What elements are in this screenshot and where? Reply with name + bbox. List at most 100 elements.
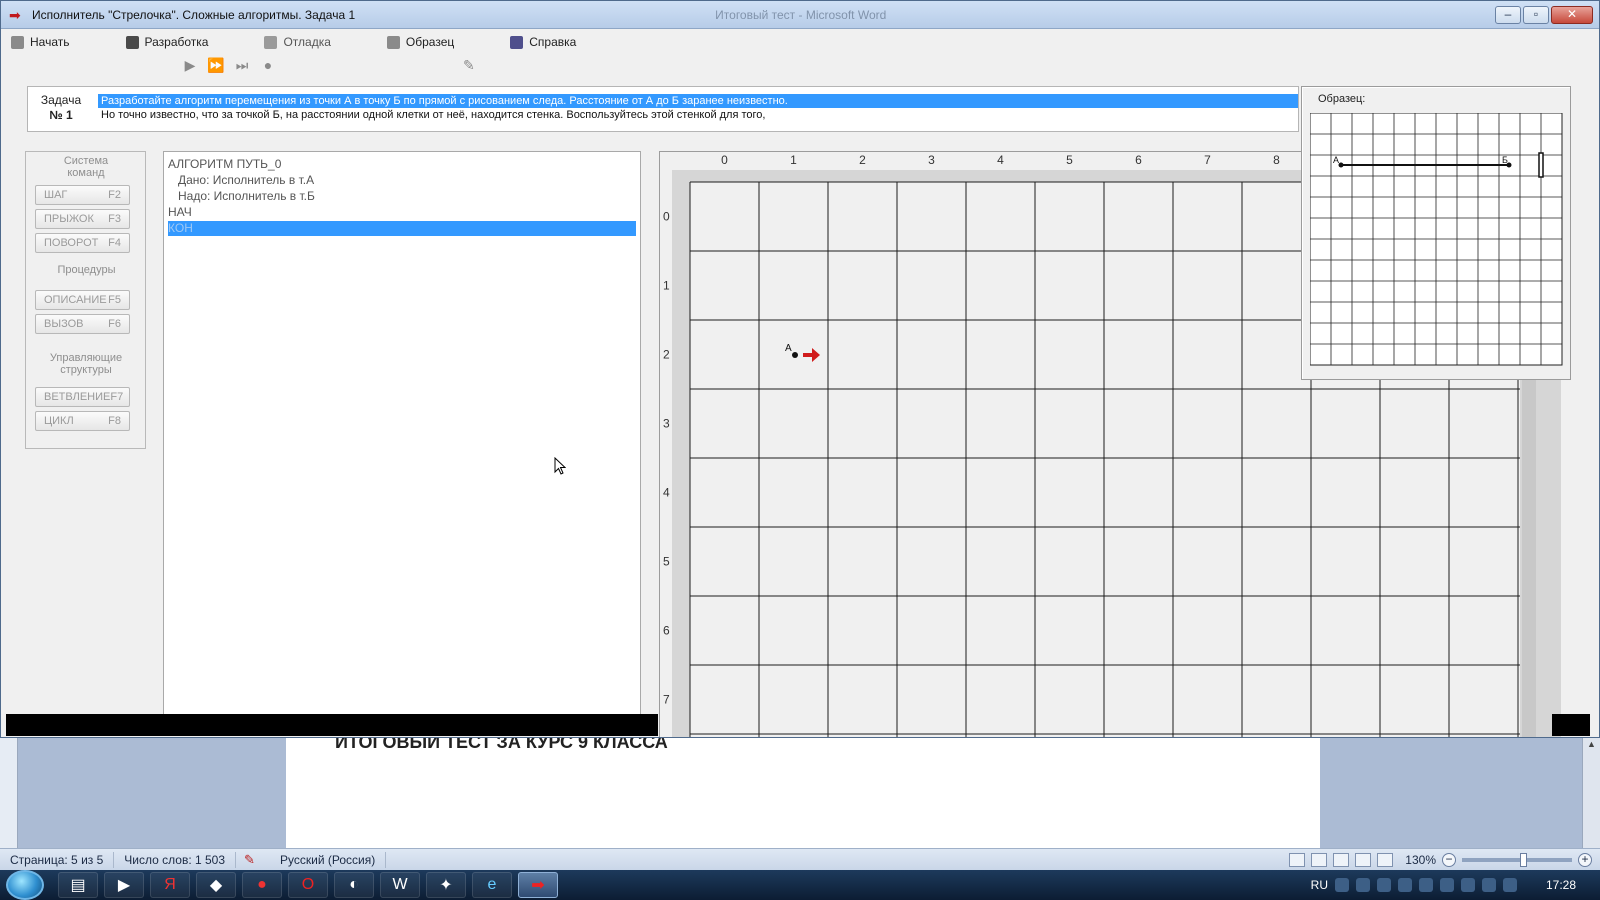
algorithm-editor[interactable]: АЛГОРИТМ ПУТЬ_0 Дано: Исполнитель в т.А … — [163, 151, 641, 715]
print-layout-view-button[interactable] — [1289, 852, 1306, 867]
spellcheck-icon[interactable]: ✎ — [244, 852, 262, 867]
task-text-line-2[interactable]: Но точно известно, что за точкой Б, на р… — [98, 108, 1298, 122]
editor-status-strip — [6, 714, 658, 736]
jump-command-button[interactable]: ПРЫЖОК F3 — [35, 209, 130, 229]
menu-develop[interactable]: Разработка — [125, 31, 261, 53]
background-window-title: Итоговый тест - Microsoft Word — [715, 7, 887, 22]
word-vertical-scrollbar[interactable]: ▲ — [1582, 735, 1600, 848]
clock[interactable]: 17:28 — [1536, 878, 1586, 892]
network-taskbar-icon[interactable]: ✦ — [426, 872, 466, 898]
column-label: 6 — [1135, 153, 1142, 167]
menu-sample[interactable]: Образец — [386, 31, 506, 53]
scroll-up-icon[interactable]: ▲ — [1583, 739, 1600, 749]
column-label: 4 — [997, 153, 1004, 167]
status-word-count[interactable]: Число слов: 1 503 — [114, 851, 237, 868]
word-taskbar-icon[interactable]: W — [380, 872, 420, 898]
minimize-button[interactable]: – — [1495, 5, 1521, 24]
debug-icon — [264, 35, 278, 49]
command-label: ПРЫЖОК — [44, 213, 94, 225]
menu-debug[interactable]: Отладка — [264, 31, 382, 53]
run-icon[interactable]: ▶ — [181, 56, 199, 74]
network-tray-icon[interactable] — [1461, 878, 1475, 892]
maximize-button[interactable]: ▫ — [1523, 5, 1549, 24]
procedures-title: Процедуры — [57, 264, 116, 276]
fast-run-icon[interactable]: ⏭ — [233, 56, 251, 74]
zoom-level[interactable]: 130% — [1405, 853, 1436, 867]
code-line[interactable]: НАЧ — [168, 205, 636, 220]
help-icon — [510, 35, 524, 49]
check-tray-icon[interactable] — [1335, 878, 1349, 892]
zoom-slider[interactable] — [1462, 852, 1572, 867]
media-player-taskbar-icon[interactable]: ▶ — [104, 872, 144, 898]
command-label: ПОВОРОТ — [44, 237, 99, 249]
point-a-label: А — [785, 343, 792, 354]
describe-command-button[interactable]: ОПИСАНИЕ F5 — [35, 290, 130, 310]
web-layout-view-button[interactable] — [1333, 852, 1350, 867]
sample-grid: АБ — [1310, 113, 1563, 366]
code-line[interactable]: АЛГОРИТМ ПУТЬ_0 — [168, 157, 636, 172]
draft-view-button[interactable] — [1377, 852, 1394, 867]
sample-icon — [386, 35, 400, 49]
security-tray-icon[interactable] — [1377, 878, 1391, 892]
outline-view-button[interactable] — [1355, 852, 1372, 867]
window-title: Исполнитель "Стрелочка". Сложные алгорит… — [32, 7, 356, 22]
turn-command-button[interactable]: ПОВОРОТ F4 — [35, 233, 130, 253]
develop-icon — [125, 35, 139, 49]
code-line[interactable]: Дано: Исполнитель в т.А — [168, 173, 636, 188]
column-label: 0 — [721, 153, 728, 167]
chart-tray-icon[interactable] — [1398, 878, 1412, 892]
stop-icon[interactable]: ● — [259, 56, 277, 74]
flag-tray-icon[interactable] — [1440, 878, 1454, 892]
command-label: ОПИСАНИЕ — [44, 294, 107, 306]
yandex-browser-taskbar-icon[interactable]: ● — [242, 872, 282, 898]
reading-view-button[interactable] — [1311, 852, 1328, 867]
status-language[interactable]: Русский (Россия) — [270, 851, 387, 868]
menu-bar: Начать Разработка Отладка Образец Справка — [1, 29, 1599, 55]
status-page[interactable]: Страница: 5 из 5 — [0, 851, 115, 868]
sample-point-a — [1338, 162, 1344, 168]
zoom-in-icon[interactable]: + — [1578, 852, 1592, 867]
app-tray-icon[interactable] — [1356, 878, 1370, 892]
close-button[interactable]: ✕ — [1551, 5, 1593, 24]
start-button[interactable] — [6, 870, 44, 900]
opera-taskbar-icon[interactable]: O — [288, 872, 328, 898]
code-line[interactable]: КОН — [168, 221, 636, 236]
ie-taskbar-icon[interactable]: e — [472, 872, 512, 898]
step-command-button[interactable]: ШАГ F2 — [35, 185, 130, 205]
keyboard-language[interactable]: RU — [1311, 878, 1328, 892]
arrow-app-icon: ➡ — [9, 6, 21, 23]
browser-tray-icon[interactable] — [1419, 878, 1433, 892]
column-label: 7 — [1204, 153, 1211, 167]
command-label: ЦИКЛ — [44, 415, 74, 427]
display-tray-icon[interactable] — [1482, 878, 1496, 892]
row-label: 5 — [663, 555, 670, 569]
row-label: 4 — [663, 486, 670, 500]
menu-start[interactable]: Начать — [11, 31, 122, 53]
code-line[interactable]: Надо: Исполнитель в т.Б — [168, 189, 636, 204]
command-hotkey: F6 — [108, 318, 121, 330]
title-bar[interactable]: ➡ Исполнитель "Стрелочка". Сложные алгор… — [1, 1, 1599, 29]
strelochka-taskbar-icon[interactable]: ➡ — [518, 872, 558, 898]
start-icon — [11, 35, 24, 49]
step-icon[interactable]: ⏩ — [207, 56, 225, 74]
clear-field-icon[interactable]: ✎ — [463, 56, 481, 74]
menu-help[interactable]: Справка — [510, 31, 628, 53]
task-text-line-1[interactable]: Разработайте алгоритм перемещения из точ… — [98, 94, 1298, 108]
yandex-taskbar-icon[interactable]: Я — [150, 872, 190, 898]
branch-command-button[interactable]: ВЕТВЛЕНИЕ F7 — [35, 387, 130, 407]
browser-taskbar-icon[interactable]: ◐ — [334, 872, 374, 898]
command-hotkey: F4 — [108, 237, 121, 249]
zoom-slider-thumb[interactable] — [1520, 852, 1527, 867]
task-label-text: Задача — [40, 93, 82, 107]
call-command-button[interactable]: ВЫЗОВ F6 — [35, 314, 130, 334]
column-label: 2 — [859, 153, 866, 167]
loop-command-button[interactable]: ЦИКЛ F8 — [35, 411, 130, 431]
explorer-taskbar-icon[interactable]: ▤ — [58, 872, 98, 898]
system-commands-title: Система команд — [63, 155, 109, 179]
volume-tray-icon[interactable] — [1503, 878, 1517, 892]
row-label: 3 — [663, 417, 670, 431]
zoom-out-icon[interactable]: − — [1442, 852, 1456, 867]
system-tray: RU 17:28 — [1311, 878, 1600, 892]
app-taskbar-icon[interactable]: ◆ — [196, 872, 236, 898]
command-hotkey: F7 — [110, 391, 124, 403]
